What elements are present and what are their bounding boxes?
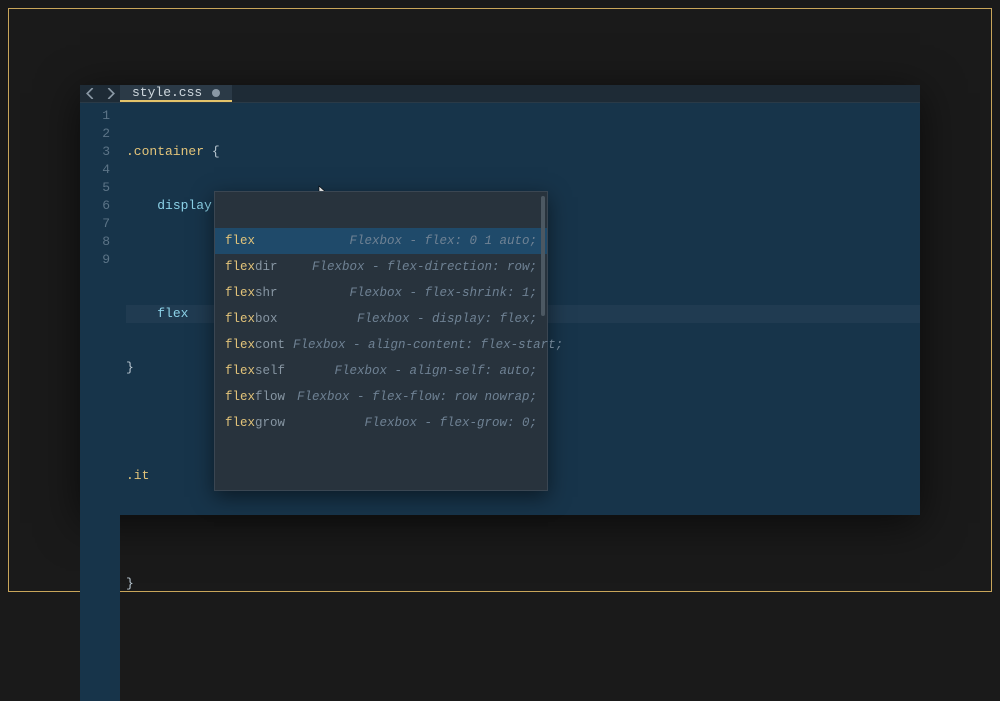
autocomplete-abbr: flexbox xyxy=(225,310,278,328)
autocomplete-desc: Flexbox - flex: 0 1 auto; xyxy=(349,232,537,250)
selector-token: .it xyxy=(126,468,149,483)
autocomplete-desc: Flexbox - align-self: auto; xyxy=(334,362,537,380)
line-gutter: 1 2 3 4 5 6 7 8 9 xyxy=(80,103,120,701)
autocomplete-item[interactable]: flex Flexbox - flex: 0 1 auto; xyxy=(215,228,547,254)
line-number: 3 xyxy=(80,143,110,161)
autocomplete-item[interactable]: flexbox Flexbox - display: flex; xyxy=(215,306,547,332)
autocomplete-desc: Flexbox - display: flex; xyxy=(357,310,537,328)
autocomplete-abbr: flexgrow xyxy=(225,414,285,432)
autocomplete-desc: Flexbox - flex-direction: row; xyxy=(312,258,537,276)
tab-style-css[interactable]: style.css xyxy=(120,85,232,102)
editor-body: 1 2 3 4 5 6 7 8 9 .container { display: … xyxy=(80,103,920,701)
autocomplete-desc: Flexbox - align-content: flex-start; xyxy=(293,336,563,354)
line-number: 6 xyxy=(80,197,110,215)
selector-token: .container xyxy=(126,144,204,159)
tab-filename: style.css xyxy=(132,85,202,100)
autocomplete-abbr: flexflow xyxy=(225,388,285,406)
chevron-left-icon xyxy=(86,88,95,99)
autocomplete-item[interactable]: flexdir Flexbox - flex-direction: row; xyxy=(215,254,547,280)
nav-forward-button[interactable] xyxy=(100,85,120,102)
line-number: 4 xyxy=(80,161,110,179)
autocomplete-abbr: flexself xyxy=(225,362,285,380)
nav-back-button[interactable] xyxy=(80,85,100,102)
autocomplete-abbr: flex xyxy=(225,232,255,250)
editor-window: style.css 1 2 3 4 5 6 7 8 9 .container {… xyxy=(80,85,920,515)
autocomplete-item[interactable]: flexflow Flexbox - flex-flow: row nowrap; xyxy=(215,384,547,410)
autocomplete-item[interactable]: flexshr Flexbox - flex-shrink: 1; xyxy=(215,280,547,306)
line-number: 9 xyxy=(80,251,110,269)
line-number: 2 xyxy=(80,125,110,143)
autocomplete-item[interactable]: flexself Flexbox - align-self: auto; xyxy=(215,358,547,384)
autocomplete-abbr: flexdir xyxy=(225,258,278,276)
tab-bar: style.css xyxy=(80,85,920,103)
brace-token: } xyxy=(126,576,134,591)
code-line: } xyxy=(126,575,920,593)
autocomplete-abbr: flexshr xyxy=(225,284,278,302)
line-number: 8 xyxy=(80,233,110,251)
chevron-right-icon xyxy=(106,88,115,99)
outer-frame: style.css 1 2 3 4 5 6 7 8 9 .container {… xyxy=(8,8,992,592)
autocomplete-abbr: flexcont xyxy=(225,336,285,354)
autocomplete-scrollbar[interactable] xyxy=(541,196,545,316)
line-number: 7 xyxy=(80,215,110,233)
line-number: 5 xyxy=(80,179,110,197)
line-number: 1 xyxy=(80,107,110,125)
autocomplete-item[interactable]: flexgrow Flexbox - flex-grow: 0; xyxy=(215,410,547,436)
brace-token: { xyxy=(204,144,220,159)
code-area[interactable]: .container { display: flex; flex } .it }… xyxy=(120,103,920,701)
autocomplete-item[interactable]: flexcontFlexbox - align-content: flex-st… xyxy=(215,332,547,358)
autocomplete-desc: Flexbox - flex-grow: 0; xyxy=(364,414,537,432)
autocomplete-desc: Flexbox - flex-shrink: 1; xyxy=(349,284,537,302)
property-token: display xyxy=(157,198,212,213)
typed-text: flex xyxy=(157,306,188,321)
brace-token: } xyxy=(126,360,134,375)
autocomplete-desc: Flexbox - flex-flow: row nowrap; xyxy=(297,388,537,406)
modified-dot-icon xyxy=(212,89,220,97)
autocomplete-popup[interactable]: flex Flexbox - flex: 0 1 auto; flexdir Flex… xyxy=(214,191,548,491)
code-line xyxy=(126,521,920,539)
code-line: .container { xyxy=(126,143,920,161)
